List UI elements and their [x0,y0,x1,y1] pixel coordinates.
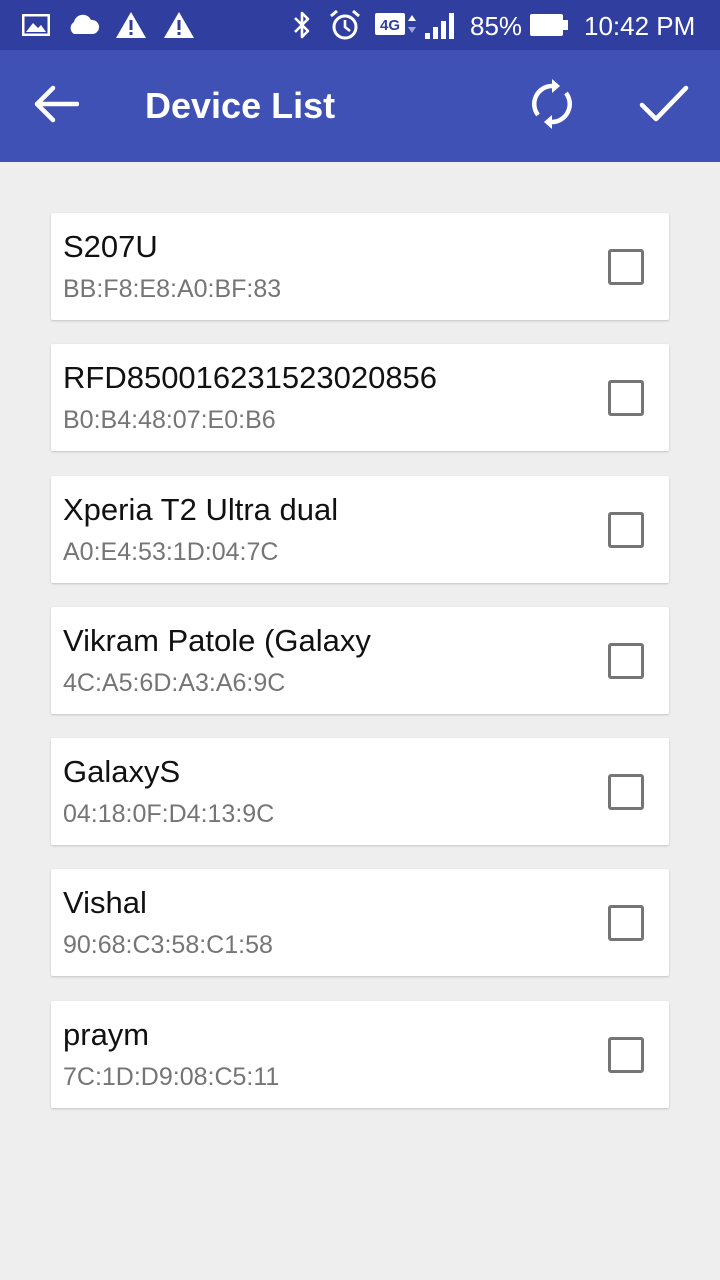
device-name: S207U [63,229,158,264]
device-mac: B0:B4:48:07:E0:B6 [63,406,276,435]
battery-percent: 85% [470,11,523,41]
back-arrow-icon [33,84,80,129]
device-name: praym [63,1016,150,1052]
device-name: RFD8500162315230208​56 [63,360,438,396]
device-checkbox[interactable] [608,774,644,811]
clock: 10:42 PM [584,11,696,41]
alarm-icon [328,0,362,50]
device-checkbox[interactable] [608,249,644,285]
device-mac: BB:F8:E8:A0:BF:83 [63,275,282,303]
signal-icon [424,0,460,50]
device-mac: 04:18:0F:D4:13:9C [63,800,275,829]
device-checkbox[interactable] [608,642,644,679]
device-mac: 90:68:C3:58:C1:58 [63,931,273,960]
list-item[interactable]: Xperia T2 Ultra dual A0:E4:53:1D:04:7C [51,475,669,583]
device-checkbox[interactable] [608,905,644,942]
device-mac: 7C:1D:D9:08:C5:11 [63,1062,280,1091]
confirm-button[interactable] [624,50,704,162]
svg-text:4G: 4G [380,17,400,34]
image-icon [22,0,50,50]
bluetooth-icon [291,0,313,50]
device-name: Xperia T2 Ultra dual [63,491,339,527]
device-checkbox[interactable] [608,511,644,548]
list-item[interactable]: praym 7C:1D:D9:08:C5:11 [51,1000,669,1108]
device-checkbox[interactable] [608,380,644,417]
battery-icon [529,0,569,50]
app-bar: Device List [0,50,720,162]
list-item[interactable]: GalaxyS 04:18:0F:D4:13:9C [51,738,669,846]
list-item[interactable]: Vikram Patole (Galaxy 4C:A5:6D:A3:A6:9C [51,606,669,714]
check-icon [639,84,689,129]
cloud-icon [66,0,100,50]
device-name: GalaxyS [63,754,181,790]
device-name: Vishal [63,885,147,921]
device-name: Vikram Patole (Galaxy [63,622,371,658]
list-item[interactable]: RFD8500162315230208​56 B0:B4:48:07:E0:B6 [51,344,669,452]
device-list: S207U BB:F8:E8:A0:BF:83 RFD8500162315230… [51,213,669,1132]
warning-icon [163,0,195,50]
refresh-icon [529,77,575,136]
status-bar: 4G 85% 10:42 PM [0,0,720,50]
device-mac: 4C:A5:6D:A3:A6:9C [63,668,286,697]
device-mac: A0:E4:53:1D:04:7C [63,537,279,566]
page-title: Device List [145,85,336,126]
device-checkbox[interactable] [608,1036,644,1073]
refresh-button[interactable] [512,50,592,162]
warning-icon [115,0,147,50]
list-item[interactable]: S207U BB:F8:E8:A0:BF:83 [51,213,669,320]
back-button[interactable] [16,50,96,162]
network-4g-icon: 4G [375,0,421,50]
list-item[interactable]: Vishal 90:68:C3:58:C1:58 [51,869,669,977]
